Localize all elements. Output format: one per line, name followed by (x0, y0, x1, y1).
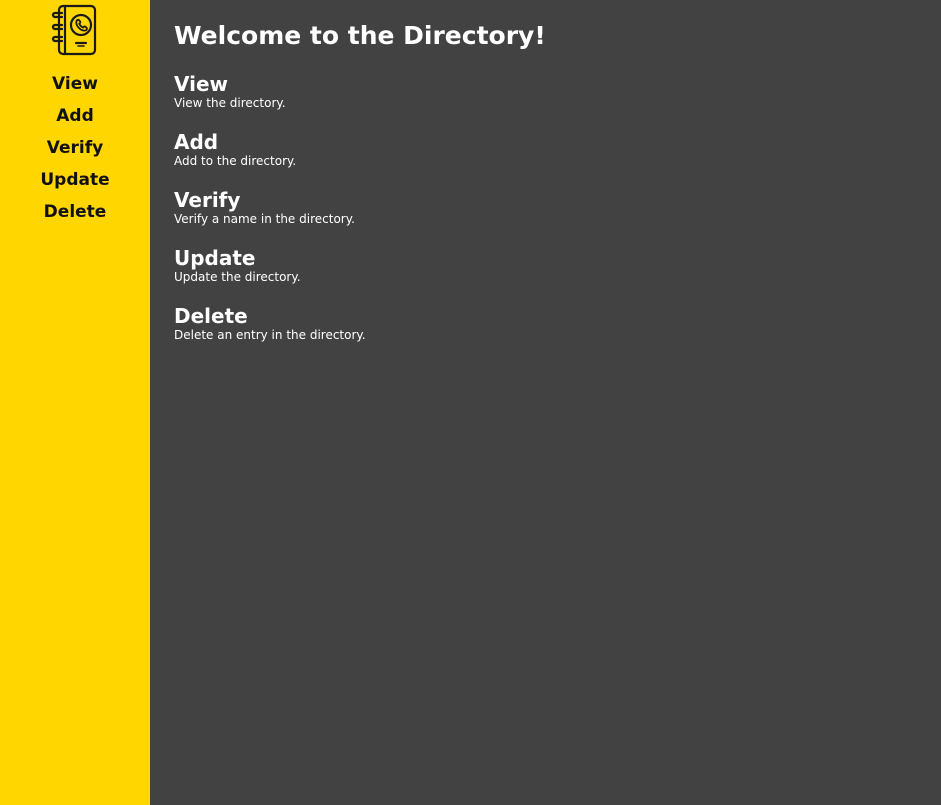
sidebar-item-delete[interactable]: Delete (44, 196, 107, 228)
section-view: View View the directory. (174, 73, 941, 111)
section-update: Update Update the directory. (174, 247, 941, 285)
sidebar-item-view[interactable]: View (52, 68, 98, 100)
section-description: View the directory. (174, 96, 286, 110)
sidebar-item-add[interactable]: Add (56, 100, 94, 132)
section-delete: Delete Delete an entry in the directory. (174, 305, 941, 343)
section-title: View (174, 72, 229, 96)
sidebar-item-update[interactable]: Update (40, 164, 109, 196)
section-verify: Verify Verify a name in the directory. (174, 189, 941, 227)
section-description: Add to the directory. (174, 154, 297, 168)
sidebar-item-verify[interactable]: Verify (47, 132, 103, 164)
section-title: Add (174, 130, 219, 154)
section-title: Update (174, 246, 256, 270)
section-add: Add Add to the directory. (174, 131, 941, 169)
page-title: Welcome to the Directory! (174, 21, 546, 50)
phone-book-icon[interactable] (50, 2, 100, 58)
section-description: Update the directory. (174, 270, 301, 284)
section-description: Verify a name in the directory. (174, 212, 355, 226)
sidebar: View Add Verify Update Delete (0, 0, 150, 805)
section-title: Delete (174, 304, 248, 328)
section-title: Verify (174, 188, 241, 212)
main-content: Welcome to the Directory! View View the … (150, 0, 941, 805)
section-description: Delete an entry in the directory. (174, 328, 366, 342)
